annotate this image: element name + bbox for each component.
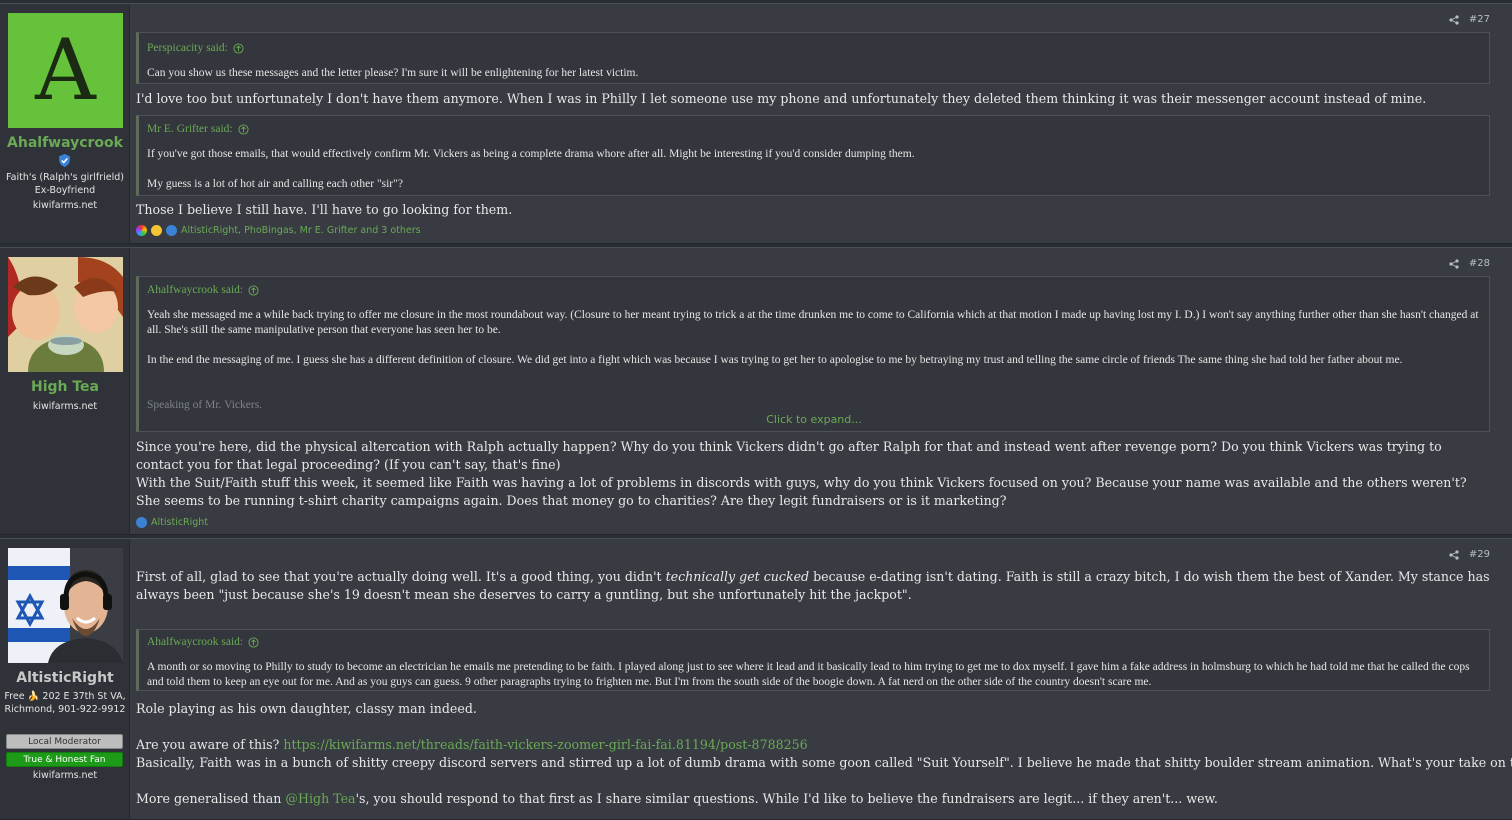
avatar[interactable]	[8, 257, 123, 372]
click-to-expand-link[interactable]: Click to expand...	[139, 413, 1489, 426]
quote-block: Ahalfwaycrook said: Yeah she messaged me…	[136, 276, 1490, 432]
quote-body: If you've got those emails, that would e…	[147, 148, 915, 160]
thread-link[interactable]: https://kiwifarms.net/threads/faith-vick…	[283, 737, 807, 752]
post-text-part: Are you aware of this?	[136, 737, 284, 752]
quote-body: A month or so moving to Philly to study …	[147, 661, 1470, 688]
laugh-reaction-icon	[151, 225, 162, 236]
post-meta: #28	[1449, 258, 1490, 269]
jump-to-quote-icon[interactable]	[248, 636, 259, 648]
post-text: With the Suit/Faith stuff this week, it …	[136, 475, 1467, 490]
user-title: Faith's (Ralph's girlfrield) Ex-Boyfrien…	[6, 172, 124, 196]
share-icon[interactable]	[1449, 14, 1459, 25]
post-text: She seems to be running t-shirt charity …	[136, 493, 1007, 508]
post-text: I'd love too but unfortunately I don't h…	[136, 91, 1427, 106]
quote-author-name[interactable]: Mr E. Grifter said:	[147, 123, 233, 135]
post-meta: #27	[1449, 14, 1490, 25]
post-27: A Ahalfwaycrook Faith's (Ralph's girlfri…	[0, 3, 1512, 244]
post-text: Those I believe I still have. I'll have …	[136, 202, 513, 217]
share-icon[interactable]	[1449, 258, 1459, 269]
quote-author[interactable]: Ahalfwaycrook said:	[147, 636, 259, 648]
post-meta: #29	[1449, 549, 1490, 560]
post-number[interactable]: #28	[1469, 258, 1490, 269]
quote-body: Can you show us these messages and the l…	[147, 67, 639, 79]
post-text-part: More generalised than	[136, 791, 286, 806]
user-photo	[8, 548, 123, 663]
username[interactable]: High Tea	[0, 379, 130, 395]
share-icon[interactable]	[1449, 549, 1459, 560]
quote-author-name[interactable]: Ahalfwaycrook said:	[147, 284, 243, 296]
post-text: Role playing as his own daughter, classy…	[136, 701, 477, 716]
quote-block: Ahalfwaycrook said: A month or so moving…	[136, 629, 1490, 691]
like-reaction-icon	[136, 517, 147, 528]
true-honest-fan-banner: True & Honest Fan	[6, 752, 123, 767]
username[interactable]: Ahalfwaycrook	[0, 135, 130, 151]
post-28: High Tea kiwifarms.net #28 Ahalfwaycrook…	[0, 247, 1512, 535]
reactions-bar[interactable]: AltisticRight	[136, 517, 208, 528]
quote-author-name[interactable]: Perspicacity said:	[147, 42, 228, 54]
quote-block: Mr E. Grifter said: If you've got those …	[136, 115, 1490, 196]
post-number[interactable]: #27	[1469, 14, 1490, 25]
post-text-part: 's, you should respond to that first as …	[355, 791, 1218, 806]
jump-to-quote-icon[interactable]	[233, 42, 244, 54]
reactions-bar[interactable]: AltisticRight, PhoBingas, Mr E. Grifter …	[136, 225, 421, 236]
post-text-emphasis: technically get cucked	[665, 569, 810, 584]
local-moderator-banner: Local Moderator	[6, 734, 123, 749]
user-panel: A Ahalfwaycrook Faith's (Ralph's girlfri…	[0, 4, 130, 243]
post-text: Are you aware of this? https://kiwifarms…	[136, 736, 1490, 754]
quote-body: My guess is a lot of hot air and calling…	[147, 178, 403, 190]
post-text: First of all, glad to see that you're ac…	[136, 568, 1490, 604]
quote-block: Perspicacity said: Can you show us these…	[136, 32, 1490, 84]
reaction-users[interactable]: AltisticRight	[151, 517, 208, 528]
quote-author[interactable]: Ahalfwaycrook said:	[147, 284, 259, 296]
quote-author[interactable]: Perspicacity said:	[147, 42, 244, 54]
user-mention-link[interactable]: @High Tea	[285, 791, 355, 806]
post-text-part: First of all, glad to see that you're ac…	[136, 569, 666, 584]
quote-author[interactable]: Mr E. Grifter said:	[147, 123, 249, 135]
post-text: More generalised than @High Tea's, you s…	[136, 790, 1490, 808]
verified-badge-icon	[58, 154, 71, 167]
user-title: Free 🍌 202 E 37th St VA, Richmond, 901-9…	[4, 691, 126, 715]
rainbow-reaction-icon	[136, 225, 147, 236]
user-panel: AltisticRight Free 🍌 202 E 37th St VA, R…	[0, 539, 130, 819]
avatar[interactable]	[8, 548, 123, 663]
user-site: kiwifarms.net	[32, 770, 98, 781]
avatar[interactable]: A	[8, 13, 123, 128]
quote-body-faded: Speaking of Mr. Vickers.	[147, 399, 263, 411]
post-number[interactable]: #29	[1469, 549, 1490, 560]
quote-body: In the end the messaging of me. I guess …	[147, 354, 1403, 366]
retro-couple-illustration	[8, 257, 123, 372]
user-site: kiwifarms.net	[32, 200, 98, 211]
post-text: Basically, Faith was in a bunch of shitt…	[136, 755, 1512, 770]
user-site: kiwifarms.net	[32, 401, 98, 412]
jump-to-quote-icon[interactable]	[238, 123, 249, 135]
username[interactable]: AltisticRight	[0, 670, 130, 686]
jump-to-quote-icon[interactable]	[248, 284, 259, 296]
post-text: Since you're here, did the physical alte…	[136, 439, 1442, 472]
like-reaction-icon	[166, 225, 177, 236]
user-panel: High Tea kiwifarms.net	[0, 248, 130, 534]
quote-body: Yeah she messaged me a while back trying…	[147, 309, 1479, 336]
reaction-users[interactable]: AltisticRight, PhoBingas, Mr E. Grifter …	[181, 225, 421, 236]
post-29: AltisticRight Free 🍌 202 E 37th St VA, R…	[0, 538, 1512, 820]
quote-author-name[interactable]: Ahalfwaycrook said:	[147, 636, 243, 648]
